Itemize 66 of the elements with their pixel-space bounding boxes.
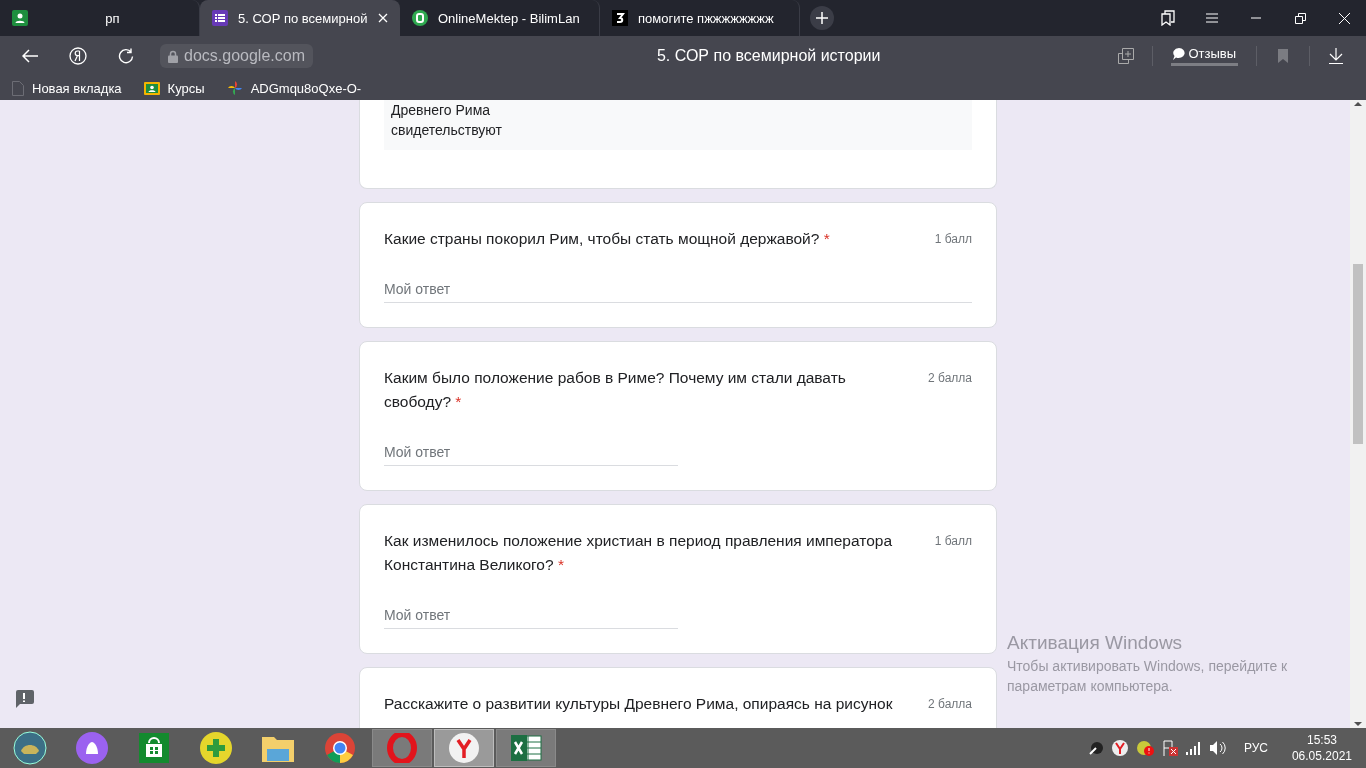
classroom-icon [143, 81, 160, 95]
close-icon[interactable] [378, 13, 388, 23]
yandex-icon [449, 733, 479, 763]
question-text: Каким было положение рабов в Риме? Почему им стали давать свободу? * [384, 368, 847, 412]
browser-logo-icon[interactable] [69, 47, 87, 65]
feedback-button[interactable]: Отзывы [1171, 46, 1238, 66]
flag-warning-icon[interactable] [1161, 740, 1178, 756]
answer-text: Древнего Рима [391, 101, 492, 120]
scrollbar[interactable] [1350, 100, 1366, 728]
add-tab-icon[interactable] [1118, 48, 1135, 64]
points-label: 2 балла [928, 696, 972, 713]
opera-icon [387, 733, 417, 763]
feedback-label: Отзывы [1188, 46, 1236, 61]
alert-app-icon[interactable] [1135, 740, 1154, 756]
points-label: 2 балла [928, 370, 972, 387]
close-icon[interactable] [1338, 12, 1350, 24]
answer-field[interactable]: Мой ответ [384, 607, 678, 629]
scroll-thumb[interactable] [1353, 264, 1363, 444]
globe-icon [13, 731, 47, 765]
answer-text: свидетельствуют [391, 121, 503, 140]
address-field[interactable]: docs.google.com [160, 44, 313, 68]
new-tab-icon[interactable] [810, 6, 834, 30]
page-title: 5. СОР по всемирной истории [655, 47, 882, 65]
taskbar-app[interactable] [496, 729, 556, 767]
activation-title: Активация Windows [1007, 632, 1184, 654]
network-drive-icon[interactable] [1087, 740, 1104, 756]
restore-icon[interactable] [1294, 12, 1306, 24]
list-icon [212, 10, 228, 26]
question-text: Расскажите о развитии культуры Древнего Рима, опираясь на рисунок [384, 694, 893, 714]
reload-icon[interactable] [118, 48, 134, 64]
question-text: Какие страны покорил Рим, чтобы стать мощной державой? * [384, 229, 830, 249]
person-icon [12, 10, 28, 26]
lock-icon [168, 49, 178, 63]
language-indicator[interactable]: РУС [1243, 741, 1268, 755]
circle-logo-icon [412, 10, 428, 26]
square-icon [612, 10, 628, 26]
bookmarks-icon[interactable] [1161, 10, 1175, 26]
bookmark-link[interactable]: Курсы [143, 80, 205, 96]
time-label: 15:53 [1306, 732, 1337, 748]
bookmark-link[interactable]: ADGmqu8oQxe-O- [226, 80, 362, 96]
report-icon[interactable] [14, 690, 34, 708]
chat-bubble-icon [1173, 47, 1186, 60]
taskbar-app[interactable] [434, 729, 494, 767]
store-icon [139, 733, 169, 763]
clock[interactable]: 15:53 06.05.2021 [1285, 732, 1358, 764]
alice-icon [76, 732, 108, 764]
plus-icon [200, 732, 232, 764]
answer-field[interactable]: Мой ответ [384, 281, 972, 303]
menu-icon[interactable] [1206, 13, 1218, 23]
pinwheel-icon [226, 80, 243, 96]
date-label: 06.05.2021 [1291, 748, 1352, 764]
browser-tab[interactable]: 5. СОР по всемирной [200, 0, 400, 36]
download-icon[interactable] [1329, 48, 1343, 64]
points-label: 1 балл [934, 231, 972, 248]
volume-icon[interactable] [1209, 741, 1226, 755]
excel-icon [510, 733, 542, 763]
signal-icon[interactable] [1185, 741, 1202, 755]
answer-field[interactable]: Мой ответ [384, 444, 678, 466]
page-icon [12, 80, 24, 96]
question-text: Как изменилось положение христиан в период правления императора Константина Великого? * [384, 531, 894, 575]
points-label: 1 балл [934, 533, 972, 550]
activation-text: Чтобы активировать Windows, перейдите к параметрам компьютера. [1007, 657, 1289, 696]
bookmark-link[interactable]: Новая вкладка [12, 80, 122, 96]
chrome-icon [325, 733, 355, 763]
yandex-tray-icon[interactable] [1111, 740, 1128, 756]
back-icon[interactable] [22, 49, 38, 63]
